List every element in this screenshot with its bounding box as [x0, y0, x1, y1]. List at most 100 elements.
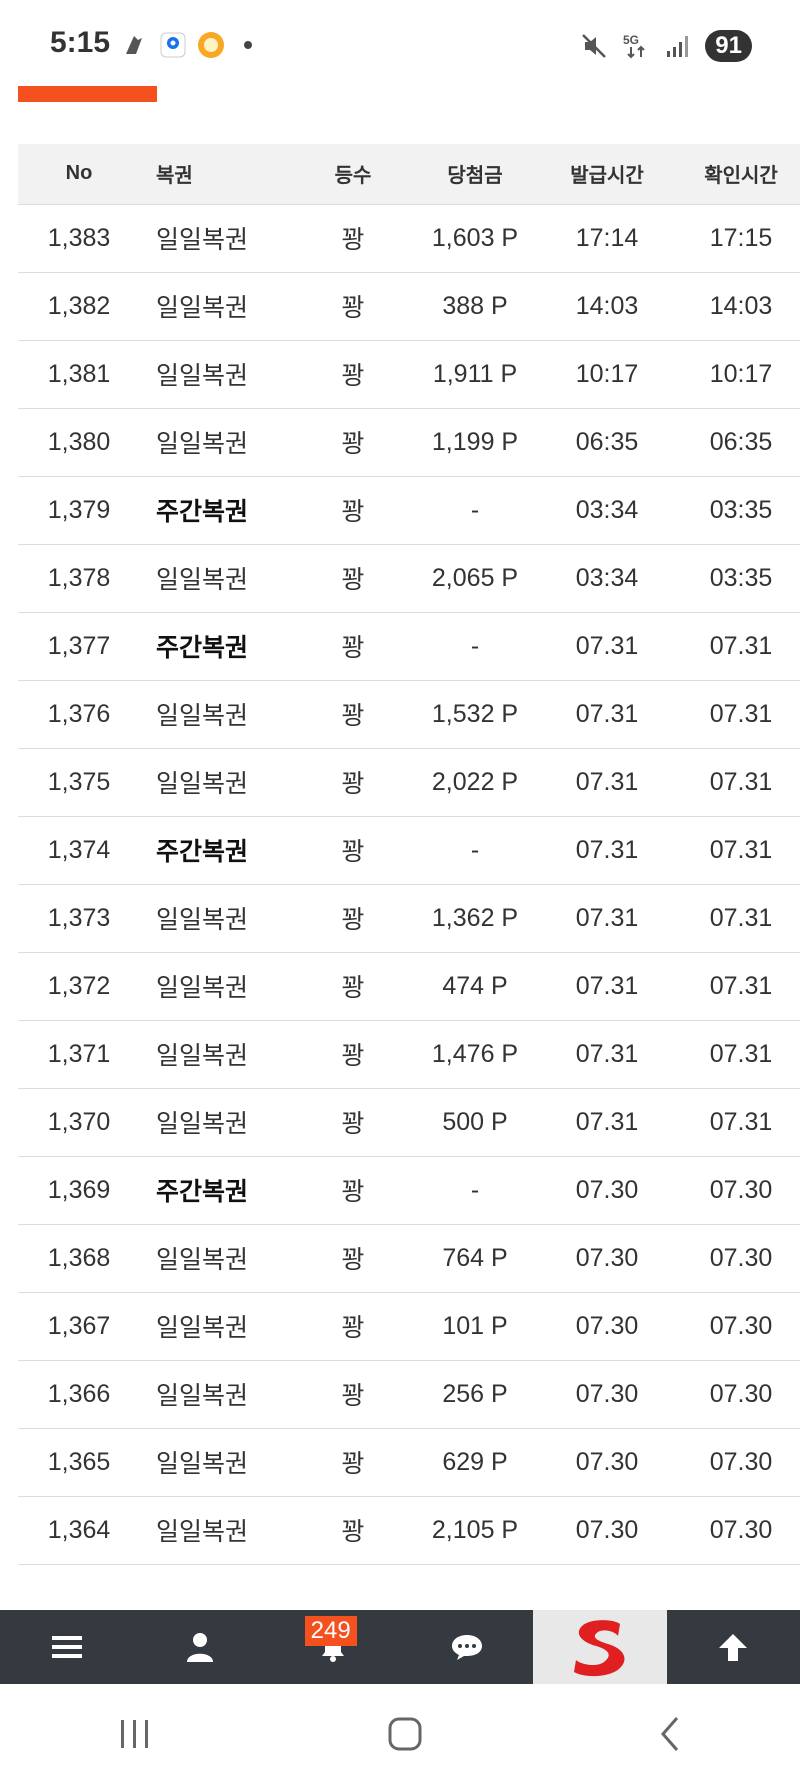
issue-time-cell: 06:35 — [575, 427, 639, 456]
check-time-cell: 07.31 — [709, 835, 773, 864]
back-icon[interactable] — [655, 1714, 685, 1754]
no-cell: 1,383 — [47, 223, 111, 252]
rank-cell: 꽝 — [341, 1382, 365, 1410]
no-cell: 1,364 — [47, 1515, 111, 1544]
table-row[interactable]: 1,368 일일복권 꽝 764 P 07.30 07.30 — [18, 1224, 800, 1292]
type-cell: 일일복권 — [156, 906, 249, 934]
type-cell: 일일복권 — [156, 294, 249, 322]
rank-cell: 꽝 — [341, 1178, 365, 1206]
user-icon — [186, 1633, 213, 1662]
issue-time-cell: 03:34 — [575, 563, 639, 592]
table-row[interactable]: 1,376 일일복권 꽝 1,532 P 07.31 07.31 — [18, 680, 800, 748]
no-cell: 1,368 — [47, 1243, 111, 1272]
table-row[interactable]: 1,380 일일복권 꽝 1,199 P 06:35 06:35 — [18, 408, 800, 476]
type-cell: 일일복권 — [156, 1450, 249, 1478]
header-type: 복권 — [156, 165, 193, 188]
prize-cell: 1,603 P — [431, 223, 519, 252]
prize-cell: - — [470, 1175, 480, 1204]
table-row[interactable]: 1,381 일일복권 꽝 1,911 P 10:17 10:17 — [18, 340, 800, 408]
bottom-nav: 249 — [0, 1610, 800, 1684]
issue-time-cell: 07.31 — [575, 1107, 639, 1136]
check-time-cell: 07.31 — [709, 631, 773, 660]
check-time-cell: 07.31 — [709, 767, 773, 796]
table-row[interactable]: 1,382 일일복권 꽝 388 P 14:03 14:03 — [18, 272, 800, 340]
no-cell: 1,382 — [47, 291, 111, 320]
profile-button[interactable] — [133, 1610, 266, 1684]
no-cell: 1,365 — [47, 1447, 111, 1476]
type-cell: 일일복권 — [156, 430, 249, 458]
prize-cell: 500 P — [442, 1107, 508, 1136]
scroll-top-button[interactable] — [667, 1610, 800, 1684]
type-cell: 일일복권 — [156, 362, 249, 390]
menu-icon — [51, 1636, 82, 1658]
issue-time-cell: 07.30 — [575, 1175, 639, 1204]
table-row[interactable]: 1,371 일일복권 꽝 1,476 P 07.31 07.31 — [18, 1020, 800, 1088]
table-row[interactable]: 1,379 주간복권 꽝 - 03:34 03:35 — [18, 476, 800, 544]
header-no: No — [65, 162, 93, 185]
issue-time-cell: 07.30 — [575, 1515, 639, 1544]
issue-time-cell: 07.30 — [575, 1379, 639, 1408]
rank-cell: 꽝 — [341, 1518, 365, 1546]
table-row[interactable]: 1,366 일일복권 꽝 256 P 07.30 07.30 — [18, 1360, 800, 1428]
check-time-cell: 07.31 — [709, 1107, 773, 1136]
check-time-cell: 07.30 — [709, 1311, 773, 1340]
recents-icon[interactable] — [115, 1717, 155, 1751]
check-time-cell: 07.31 — [709, 1039, 773, 1068]
no-cell: 1,380 — [47, 427, 111, 456]
issue-time-cell: 07.30 — [575, 1447, 639, 1476]
site-logo-s — [573, 1620, 625, 1677]
type-cell: 일일복권 — [156, 1518, 249, 1546]
issue-time-cell: 07.31 — [575, 631, 639, 660]
chat-icon — [451, 1635, 482, 1660]
notifications-button[interactable]: 249 — [267, 1610, 400, 1684]
table-row[interactable]: 1,369 주간복권 꽝 - 07.30 07.30 — [18, 1156, 800, 1224]
table-row[interactable]: 1,374 주간복권 꽝 - 07.31 07.31 — [18, 816, 800, 884]
check-time-cell: 17:15 — [709, 223, 773, 252]
chat-button[interactable] — [400, 1610, 533, 1684]
rank-cell: 꽝 — [341, 906, 365, 934]
rank-cell: 꽝 — [341, 566, 365, 594]
no-cell: 1,378 — [47, 563, 111, 592]
prize-cell: 2,022 P — [431, 767, 519, 796]
rank-cell: 꽝 — [341, 770, 365, 798]
type-cell: 일일복권 — [156, 1246, 249, 1274]
signal-icon — [667, 36, 689, 57]
table-row[interactable]: 1,367 일일복권 꽝 101 P 07.30 07.30 — [18, 1292, 800, 1360]
rank-cell: 꽝 — [341, 702, 365, 730]
type-cell: 일일복권 — [156, 770, 249, 798]
table-row[interactable]: 1,364 일일복권 꽝 2,105 P 07.30 07.30 — [18, 1496, 800, 1564]
check-time-cell: 07.30 — [709, 1175, 773, 1204]
check-time-cell: 07.30 — [709, 1243, 773, 1272]
table-row[interactable]: 1,370 일일복권 꽝 500 P 07.31 07.31 — [18, 1088, 800, 1156]
issue-time-cell: 07.30 — [575, 1243, 639, 1272]
table-row[interactable]: 1,365 일일복권 꽝 629 P 07.30 07.30 — [18, 1428, 800, 1496]
check-time-cell: 07.31 — [709, 971, 773, 1000]
prize-cell: 764 P — [442, 1243, 508, 1272]
rank-cell: 꽝 — [341, 294, 365, 322]
rank-cell: 꽝 — [341, 1042, 365, 1070]
type-cell: 일일복권 — [156, 1382, 249, 1410]
notification-count-badge: 249 — [304, 1616, 357, 1646]
no-cell: 1,374 — [47, 835, 111, 864]
check-time-cell: 07.31 — [709, 699, 773, 728]
table-row[interactable]: 1,378 일일복권 꽝 2,065 P 03:34 03:35 — [18, 544, 800, 612]
check-time-cell: 07.30 — [709, 1515, 773, 1544]
header-rank: 등수 — [334, 165, 372, 188]
home-icon[interactable] — [385, 1714, 425, 1754]
type-cell: 일일복권 — [156, 974, 249, 1002]
prize-cell: 1,199 P — [431, 427, 519, 456]
table-row[interactable]: 1,372 일일복권 꽝 474 P 07.31 07.31 — [18, 952, 800, 1020]
issue-time-cell: 07.31 — [575, 971, 639, 1000]
table-row[interactable]: 1,375 일일복권 꽝 2,022 P 07.31 07.31 — [18, 748, 800, 816]
more-notifications-dot — [244, 41, 252, 49]
table-row[interactable]: 1,373 일일복권 꽝 1,362 P 07.31 07.31 — [18, 884, 800, 952]
site-logo-button[interactable] — [533, 1610, 667, 1684]
table-row[interactable]: 1,377 주간복권 꽝 - 07.31 07.31 — [18, 612, 800, 680]
rank-cell: 꽝 — [341, 1246, 365, 1274]
header-check-time: 확인시간 — [704, 165, 778, 188]
check-time-cell: 07.31 — [709, 903, 773, 932]
type-cell: 일일복권 — [156, 1042, 249, 1070]
prize-cell: 1,532 P — [431, 699, 519, 728]
menu-button[interactable] — [0, 1610, 133, 1684]
table-row[interactable]: 1,383 일일복권 꽝 1,603 P 17:14 17:15 — [18, 204, 800, 272]
